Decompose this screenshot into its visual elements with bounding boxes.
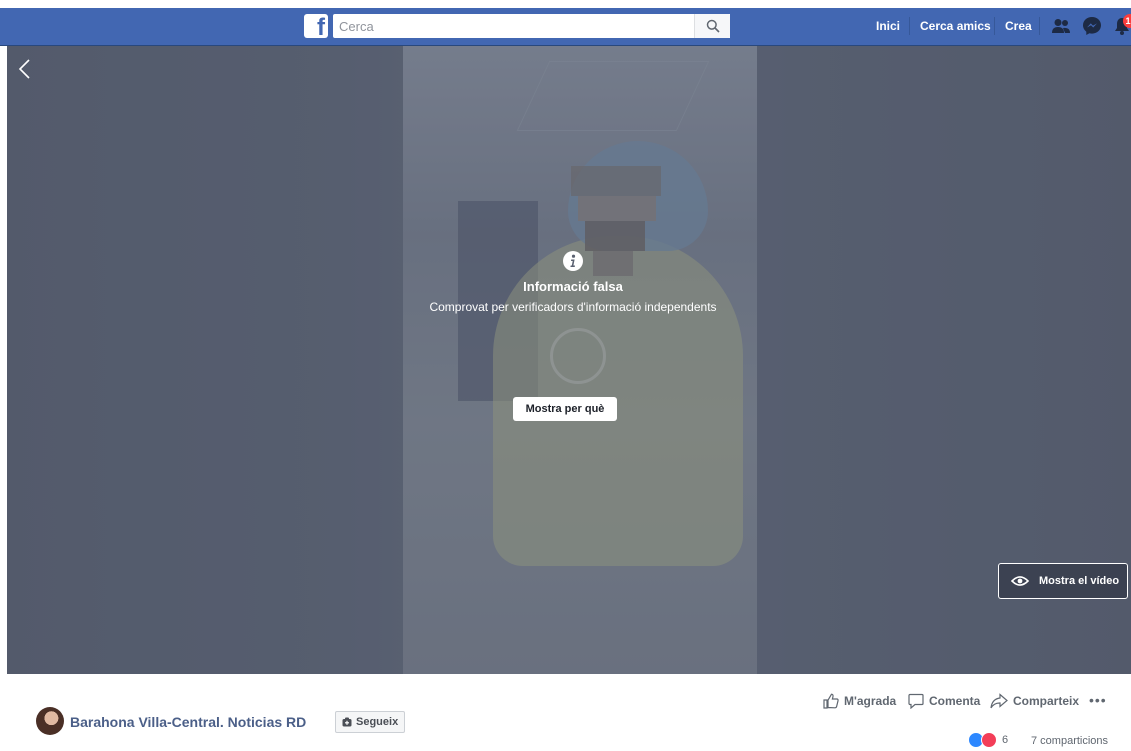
like-button[interactable]: M'agrada: [823, 693, 896, 709]
false-information-warning: Informació falsa Comprovat per verificad…: [396, 250, 750, 315]
share-icon: [990, 693, 1008, 709]
search-box: [333, 14, 730, 38]
top-strip: [0, 0, 1131, 8]
warning-title: Informació falsa: [523, 279, 623, 294]
show-video-button[interactable]: Mostra el vídeo: [998, 563, 1128, 599]
eye-icon: [1011, 576, 1029, 586]
love-reaction-icon: [981, 732, 997, 748]
nav-create[interactable]: Crea: [1005, 19, 1032, 33]
avatar[interactable]: [36, 707, 64, 735]
search-input[interactable]: [339, 17, 689, 35]
info-icon: [563, 251, 583, 271]
see-why-button[interactable]: Mostra per què: [513, 397, 617, 421]
messenger-button[interactable]: [1081, 15, 1103, 37]
comment-button[interactable]: Comenta: [908, 693, 980, 709]
nav-home[interactable]: Inici: [876, 19, 900, 33]
top-navigation-bar: f Inici Cerca amics Crea 1: [0, 0, 1131, 46]
reactions-summary[interactable]: 6: [968, 732, 1008, 748]
comment-label: Comenta: [929, 694, 981, 708]
page-name-link[interactable]: Barahona Villa-Central. Noticias RD: [70, 714, 306, 730]
show-video-label: Mostra el vídeo: [1039, 575, 1120, 587]
follow-label: Segueix: [356, 716, 399, 728]
search-button[interactable]: [694, 14, 730, 38]
notification-badge: 1: [1123, 14, 1131, 28]
nav-divider: [909, 17, 910, 35]
shares-count-link[interactable]: 7 comparticions: [1031, 735, 1108, 747]
video-player[interactable]: [7, 46, 1131, 674]
search-icon: [706, 19, 720, 33]
reaction-count: 6: [1002, 734, 1009, 746]
warning-subtitle: Comprovat per verificadors d'informació …: [429, 300, 717, 314]
share-button[interactable]: Comparteix: [990, 693, 1079, 709]
follow-icon: [342, 717, 352, 727]
friend-requests-button[interactable]: [1050, 15, 1072, 37]
messenger-icon: [1083, 17, 1101, 35]
follow-button[interactable]: Segueix: [335, 711, 405, 733]
nav-divider: [1039, 17, 1040, 35]
like-icon: [823, 693, 839, 709]
friends-icon: [1052, 19, 1070, 33]
back-arrow-icon[interactable]: [17, 58, 33, 80]
nav-divider: [994, 17, 995, 35]
post-info-bar: Barahona Villa-Central. Noticias RD Segu…: [0, 674, 1131, 751]
facebook-logo-icon[interactable]: f: [304, 14, 328, 40]
video-dim-overlay: [7, 46, 1131, 674]
like-label: M'agrada: [844, 694, 897, 708]
share-label: Comparteix: [1013, 694, 1080, 708]
nav-find-friends[interactable]: Cerca amics: [920, 19, 991, 33]
more-icon[interactable]: •••: [1089, 693, 1107, 707]
comment-icon: [908, 693, 924, 709]
